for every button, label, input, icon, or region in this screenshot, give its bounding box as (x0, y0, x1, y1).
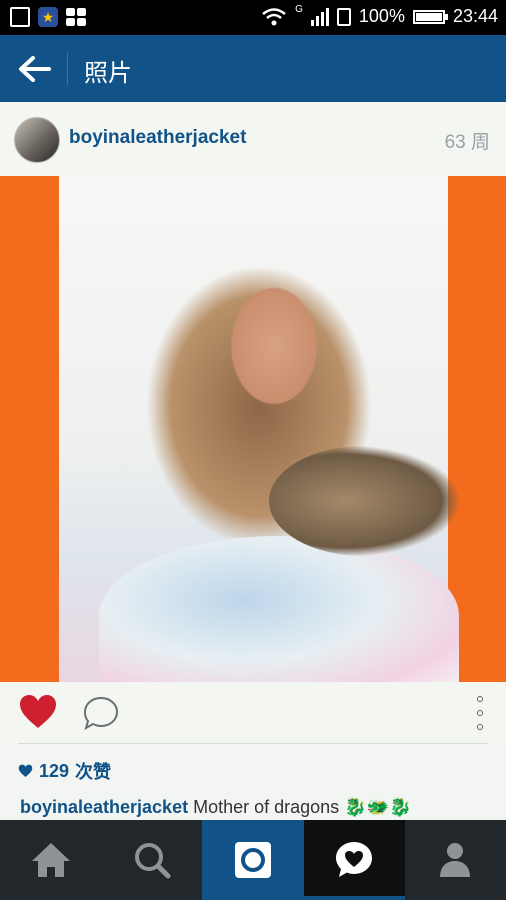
post-time: 63 周 (444, 132, 490, 153)
tab-home[interactable] (0, 820, 101, 900)
actions-divider (18, 743, 488, 744)
more-dot-icon (477, 710, 483, 716)
comment-bubble-icon (83, 696, 119, 731)
battery-icon (412, 9, 448, 24)
battery-fill (415, 12, 442, 21)
likes-count: 129 (39, 760, 70, 781)
status-notifications: ★ (10, 7, 86, 27)
arrow-left-icon (19, 56, 51, 82)
battery-percent: 100% (358, 6, 405, 26)
status-system: G 100% 23:44 (261, 4, 498, 27)
home-icon (31, 843, 70, 877)
caption-text: Mother of dragons (188, 797, 345, 817)
photo-shirt (99, 536, 459, 682)
network-type-label: G (295, 4, 303, 15)
likes-summary[interactable]: 129 次赞 (18, 758, 111, 784)
app-bar-divider (67, 53, 68, 85)
comment-button[interactable] (82, 695, 120, 735)
like-button[interactable] (18, 694, 58, 734)
more-dot-icon (477, 696, 483, 702)
likes-label: 次赞 (75, 762, 112, 783)
post-actions (0, 682, 506, 744)
caption-username[interactable]: boyinaleatherjacket (20, 797, 188, 817)
tab-profile[interactable] (405, 820, 506, 900)
tab-activity[interactable] (303, 820, 406, 900)
post-username[interactable]: boyinaleatherjacket (69, 127, 246, 149)
signal-icon (310, 7, 329, 26)
more-options-button[interactable] (470, 696, 490, 730)
photo-lizard (269, 446, 459, 556)
small-heart-icon (18, 764, 33, 777)
camera-icon (235, 842, 271, 878)
app-grid-notification-icon (66, 8, 86, 26)
post-caption: boyinaleatherjacket Mother of dragons 🐉🐲… (20, 797, 411, 818)
tab-camera[interactable] (202, 820, 304, 900)
photo-portrait (59, 176, 459, 682)
more-dot-icon (477, 724, 483, 730)
sim-card-icon (336, 7, 351, 26)
caption-emoji: 🐉🐲🐉 (344, 797, 412, 817)
heart-icon (20, 695, 56, 728)
status-bar: ★ G 100% 23:44 (0, 0, 506, 35)
tab-search[interactable] (101, 820, 202, 900)
activity-heart-icon (336, 842, 373, 877)
app-bar: 照片 (0, 35, 506, 102)
star-app-notification-icon: ★ (38, 7, 58, 27)
wifi-icon (262, 7, 286, 25)
post-header: boyinaleatherjacket 63 周 (0, 102, 506, 176)
avatar[interactable] (14, 117, 60, 163)
search-icon (134, 843, 171, 879)
back-button[interactable] (14, 49, 54, 89)
gallery-notification-icon (10, 7, 30, 27)
profile-icon (440, 843, 471, 877)
clock: 23:44 (452, 6, 498, 26)
bottom-nav (0, 820, 506, 900)
post-photo[interactable] (0, 176, 506, 682)
page-title: 照片 (84, 59, 132, 87)
